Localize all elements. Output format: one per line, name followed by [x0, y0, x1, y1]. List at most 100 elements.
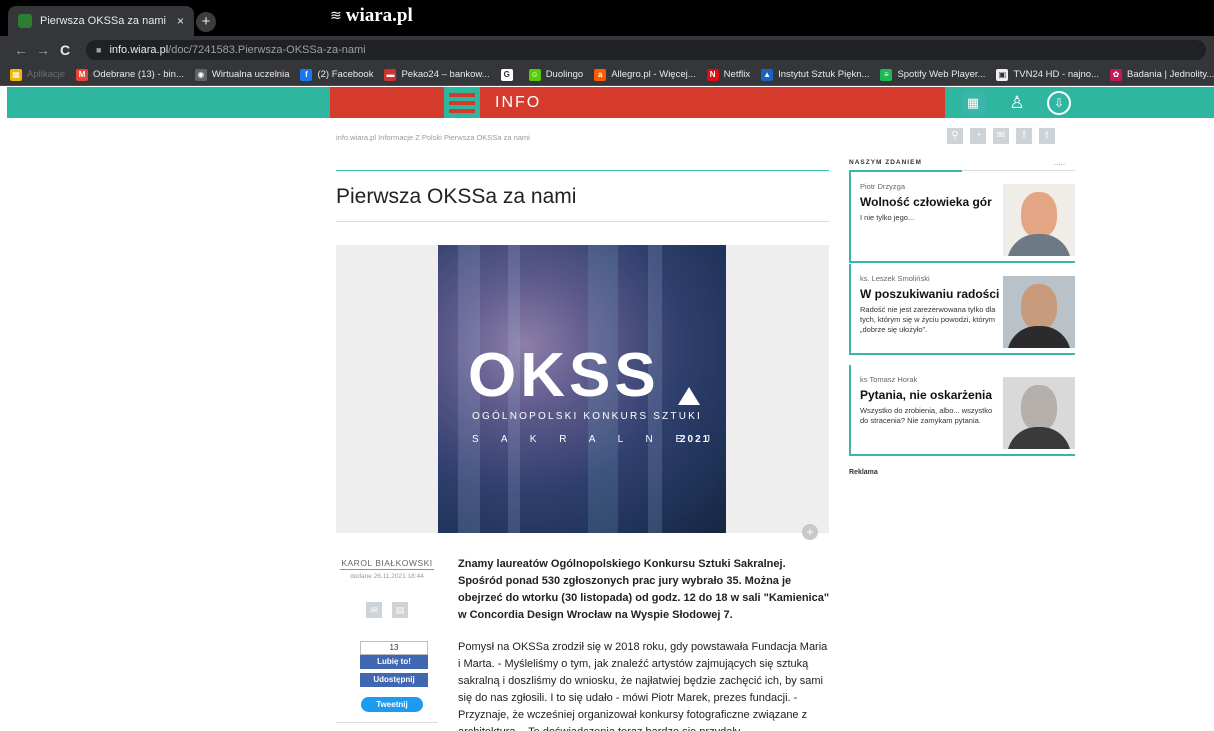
- inbox-icon[interactable]: ⇩: [1047, 91, 1071, 115]
- article-title: Pierwsza OKSSa za nami: [336, 185, 577, 208]
- url-host: info.wiara.pl: [109, 44, 169, 56]
- poster-logo: OKSS: [468, 341, 660, 410]
- bookmark-label: Allegro.pl - Więcej...: [611, 69, 696, 80]
- opinion-card[interactable]: ks Tomasz Horak Pytania, nie oskarżenia …: [849, 365, 1075, 456]
- bookmark-label: Aplikacje: [27, 69, 66, 80]
- poster-line-1: OGÓLNOPOLSKI KONKURS SZTUKI: [472, 411, 702, 422]
- portrait-body: [1007, 326, 1071, 348]
- forward-arrow-icon[interactable]: →: [32, 42, 54, 58]
- opinion-author-photo[interactable]: [1003, 184, 1075, 256]
- tvn24-icon: ▣: [996, 68, 1009, 81]
- bookmark-item[interactable]: N Netflix: [706, 68, 751, 81]
- address-bar: ← → C ■ info.wiara.pl/doc/7241583.Pierws…: [0, 36, 1214, 64]
- portrait-body: [1007, 234, 1071, 256]
- gmail-icon: M: [76, 68, 89, 81]
- allegro-icon: a: [594, 68, 607, 81]
- url-input[interactable]: ■ info.wiara.pl/doc/7241583.Pierwsza-OKS…: [86, 40, 1206, 60]
- opinion-card[interactable]: Piotr Drzyzga Wolność człowieka gór I ni…: [849, 172, 1075, 263]
- bookmark-label: Wirtualna uczelnia: [211, 69, 290, 80]
- search-icon[interactable]: ⚲: [947, 128, 963, 144]
- opinion-desc: I nie tylko jego...: [860, 213, 915, 222]
- portrait-head: [1021, 385, 1057, 431]
- sitemap-icon[interactable]: ▦: [961, 91, 985, 115]
- opinion-author-photo[interactable]: [1003, 276, 1075, 348]
- bookmark-item[interactable]: ◉ Wirtualna uczelnia: [194, 68, 290, 81]
- bookmark-item[interactable]: ▦ Aplikacje: [10, 68, 66, 81]
- bookmark-item[interactable]: M Odebrane (13) - bin...: [76, 68, 184, 81]
- bank-icon: ▬: [384, 68, 397, 81]
- spotify-icon: ≡: [880, 68, 893, 81]
- bookmark-label: Duolingo: [545, 69, 584, 80]
- bookmark-item[interactable]: ≡ Spotify Web Player...: [880, 68, 985, 81]
- twitter-icon[interactable]: t: [1039, 128, 1055, 144]
- opinion-author: ks. Leszek Smoliński: [860, 274, 930, 283]
- portrait-head: [1021, 284, 1057, 330]
- author-column-divider: [336, 722, 438, 723]
- bookmark-label: Pekao24 – bankow...: [401, 69, 490, 80]
- email-icon[interactable]: ✉: [993, 128, 1009, 144]
- opinion-title[interactable]: Pytania, nie oskarżenia: [860, 388, 1000, 402]
- apps-grid-icon: ▦: [10, 68, 22, 81]
- portrait-body: [1007, 427, 1071, 449]
- browser-tab[interactable]: Pierwsza OKSSa za nami ×: [8, 6, 194, 36]
- opinion-desc: Wszystko do zrobienia, albo... wszystko …: [860, 406, 993, 425]
- section-bar: [330, 87, 945, 118]
- globe-icon: ◉: [194, 68, 207, 81]
- opinion-author-photo[interactable]: [1003, 377, 1075, 449]
- site-logo[interactable]: ≋ wiara.pl: [330, 5, 413, 27]
- poster-apex-icon: [678, 387, 700, 405]
- research-icon: ✿: [1110, 68, 1122, 81]
- user-icon[interactable]: ♙: [1005, 91, 1029, 115]
- bookmark-item[interactable]: ▲ Instytut Sztuk Piękn...: [761, 68, 869, 81]
- bookmarks-bar: ▦ Aplikacje M Odebrane (13) - bin... ◉ Wirtua…: [0, 64, 1214, 86]
- bookmark-item[interactable]: a Allegro.pl - Więcej...: [594, 68, 696, 81]
- url-path: /doc/7241583.Pierwsza-OKSSa-za-nami: [168, 44, 366, 56]
- university-icon: ▲: [761, 68, 774, 81]
- menu-hamburger-icon[interactable]: [444, 87, 480, 118]
- facebook-icon[interactable]: f: [1016, 128, 1032, 144]
- print-icon[interactable]: ▤: [392, 602, 408, 618]
- site-header: [7, 87, 1214, 118]
- opinion-title[interactable]: Wolność człowieka gór: [860, 195, 1000, 209]
- bookmark-item[interactable]: ✿ Badania | Jednolity...: [1110, 68, 1214, 81]
- title-divider-top: [336, 170, 829, 171]
- tweet-button[interactable]: Tweetnij: [361, 697, 423, 712]
- article-photo[interactable]: OKSS OGÓLNOPOLSKI KONKURS SZTUKI S A K R…: [438, 245, 726, 533]
- article-date: dodane 26.11.2021 18:44: [350, 573, 424, 580]
- fb-like-button[interactable]: Lubię to!: [360, 655, 428, 669]
- poster-year: 2021: [680, 434, 711, 445]
- bookmark-item[interactable]: ☺ Duolingo: [528, 68, 584, 81]
- google-icon: G: [500, 68, 513, 81]
- bookmark-item[interactable]: ▣ TVN24 HD - najno...: [996, 68, 1099, 81]
- article-author[interactable]: KAROL BIAŁKOWSKI: [336, 558, 438, 568]
- email-article-icon[interactable]: ✉: [366, 602, 382, 618]
- zoom-plus-icon[interactable]: +: [802, 524, 818, 540]
- bookmark-label: Badania | Jednolity...: [1127, 69, 1214, 80]
- sidebar-more-link[interactable]: .....: [1054, 158, 1065, 167]
- fb-share-button[interactable]: Udostępnij: [360, 673, 428, 687]
- reload-icon[interactable]: C: [54, 42, 76, 58]
- back-arrow-icon[interactable]: ←: [10, 42, 32, 58]
- portrait-head: [1021, 192, 1057, 238]
- bookmark-label: Odebrane (13) - bin...: [93, 69, 184, 80]
- bookmark-label: Netflix: [723, 69, 751, 80]
- section-label[interactable]: INFO: [495, 94, 541, 112]
- bookmark-item[interactable]: G: [500, 68, 518, 81]
- share-icons: ⚲ ◔ ✉ f t: [947, 128, 1055, 144]
- lock-icon: ■: [96, 45, 102, 55]
- rss-icon[interactable]: ◔: [970, 128, 986, 144]
- article-lead: Znamy laureatów Ogólnopolskiego Konkursu…: [458, 558, 830, 621]
- opinion-card[interactable]: ks. Leszek Smoliński W poszukiwaniu rado…: [849, 264, 1075, 355]
- logo-text: wiara.pl: [345, 5, 413, 26]
- new-tab-button[interactable]: +: [196, 12, 216, 32]
- ad-label: Reklama: [849, 469, 878, 476]
- wiara-logo-icon: ≋: [330, 8, 342, 24]
- netflix-icon: N: [706, 68, 719, 81]
- bookmark-label: (2) Facebook: [317, 69, 374, 80]
- opinion-title[interactable]: W poszukiwaniu radości: [860, 287, 1000, 301]
- title-divider-bottom: [336, 221, 829, 222]
- bookmark-item[interactable]: ▬ Pekao24 – bankow...: [384, 68, 490, 81]
- breadcrumb[interactable]: info.wiara.pl Informacje Z Polski Pierws…: [336, 133, 530, 142]
- close-tab-icon[interactable]: ×: [177, 14, 184, 28]
- bookmark-item[interactable]: f (2) Facebook: [300, 68, 374, 81]
